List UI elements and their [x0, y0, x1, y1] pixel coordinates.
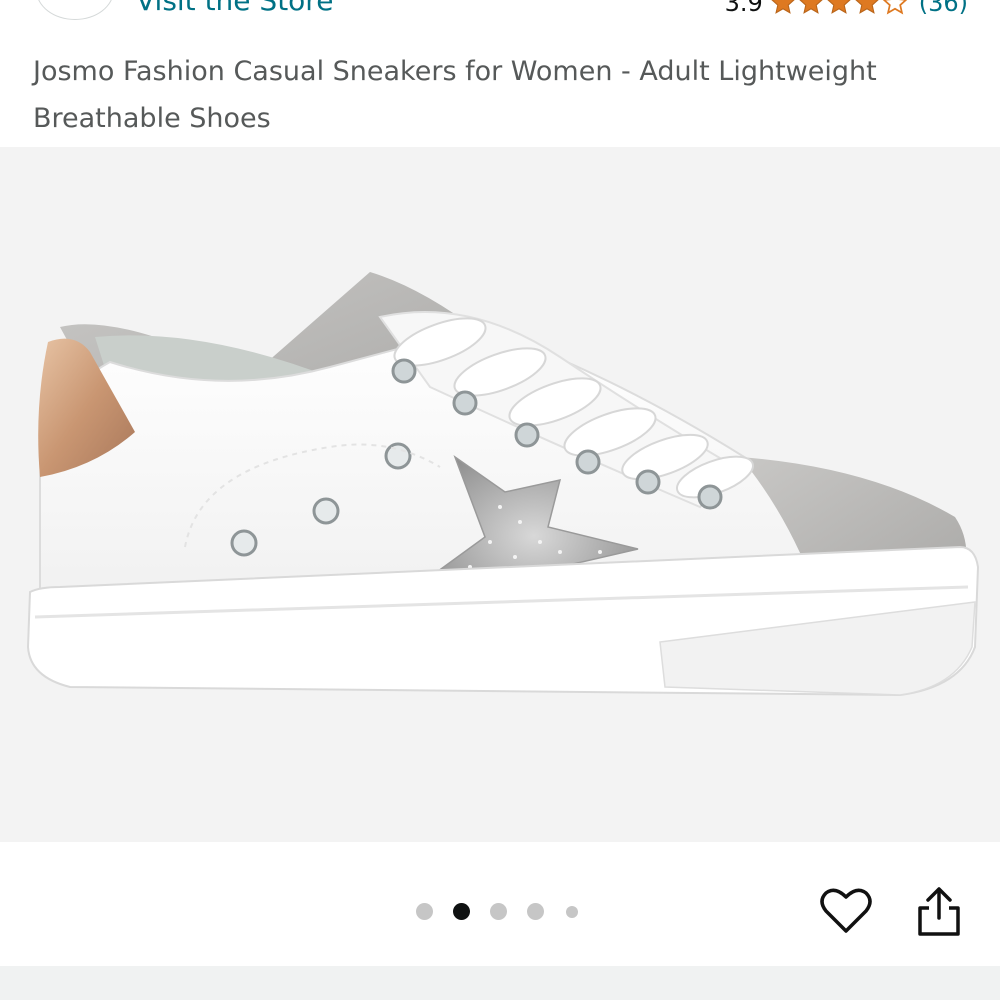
product-page: Visit the Store 3.9 (36) Josmo Fashion C… — [0, 0, 1000, 1000]
carousel-dot[interactable] — [490, 903, 507, 920]
visit-store-link[interactable]: Visit the Store — [136, 0, 333, 18]
star-full-icon — [855, 0, 879, 14]
rating-count-link[interactable]: (36) — [919, 0, 968, 17]
section-divider — [0, 966, 1000, 1000]
carousel-indicator[interactable] — [416, 903, 598, 920]
rating-value: 3.9 — [724, 0, 763, 17]
star-full-icon — [771, 0, 795, 14]
star-rating — [769, 0, 909, 16]
star-full-icon — [799, 0, 823, 14]
heart-icon[interactable] — [820, 887, 872, 935]
star-full-icon — [827, 0, 851, 14]
star-empty-icon — [882, 0, 907, 15]
rating-summary[interactable]: 3.9 (36) — [725, 0, 968, 20]
carousel-dot[interactable] — [527, 903, 544, 920]
carousel-dot-active[interactable] — [453, 903, 470, 920]
carousel-dot[interactable] — [416, 903, 433, 920]
sneaker-image — [26, 272, 980, 697]
carousel-dot[interactable] — [566, 905, 578, 918]
image-carousel-bar — [0, 842, 1000, 966]
product-title: Josmo Fashion Casual Sneakers for Women … — [33, 56, 877, 134]
brand-logo[interactable] — [36, 0, 114, 20]
product-image[interactable] — [0, 147, 1000, 842]
share-icon[interactable] — [916, 886, 962, 938]
